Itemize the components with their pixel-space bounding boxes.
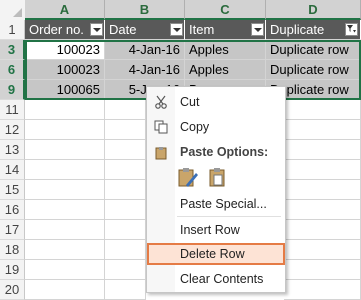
row-header-18[interactable]: 18 <box>0 240 25 260</box>
row-header-11[interactable]: 11 <box>0 100 25 120</box>
cell-item[interactable]: Apples <box>185 60 266 80</box>
paste-icon[interactable] <box>207 167 229 189</box>
menu-item-copy[interactable]: Copy <box>147 116 285 138</box>
empty-cell[interactable] <box>105 200 146 220</box>
empty-cell[interactable] <box>105 240 146 260</box>
empty-cell[interactable] <box>25 260 105 280</box>
empty-cell[interactable] <box>284 240 361 260</box>
empty-cell[interactable] <box>284 220 361 240</box>
menu-item-cut[interactable]: Cut <box>147 91 285 113</box>
row-header-16[interactable]: 16 <box>0 200 25 220</box>
context-menu: Cut Copy Paste Options: Paste Special... <box>146 86 286 293</box>
column-header-c[interactable]: C <box>185 0 266 20</box>
row-header-13[interactable]: 13 <box>0 140 25 160</box>
cell-date[interactable]: 4-Jan-16 <box>105 60 185 80</box>
row-header-12[interactable]: 12 <box>0 120 25 140</box>
row-header-1[interactable]: 1 <box>0 20 25 40</box>
column-header-d[interactable]: D <box>266 0 361 20</box>
empty-cell[interactable] <box>25 240 105 260</box>
cell-item[interactable]: Apples <box>185 40 266 60</box>
row-header-20[interactable]: 20 <box>0 280 25 300</box>
empty-cell[interactable] <box>284 100 361 120</box>
menu-item-label: Insert Row <box>180 223 240 237</box>
empty-cell[interactable] <box>105 160 146 180</box>
empty-cell[interactable] <box>105 100 146 120</box>
empty-cell[interactable] <box>25 280 105 300</box>
empty-cell[interactable] <box>284 180 361 200</box>
empty-cell[interactable] <box>284 140 361 160</box>
column-header-b[interactable]: B <box>105 0 185 20</box>
empty-cell[interactable] <box>284 200 361 220</box>
menu-item-paste-special[interactable]: Paste Special... <box>147 193 285 215</box>
menu-separator <box>177 216 281 217</box>
empty-cell[interactable] <box>25 160 105 180</box>
row-header-19[interactable]: 19 <box>0 260 25 280</box>
filter-dropdown-icon[interactable] <box>251 23 264 36</box>
empty-cell[interactable] <box>284 120 361 140</box>
row-header-17[interactable]: 17 <box>0 220 25 240</box>
empty-cell[interactable] <box>105 140 146 160</box>
empty-cell[interactable] <box>25 120 105 140</box>
empty-cell[interactable] <box>25 220 105 240</box>
paste-formatting-icon[interactable] <box>177 167 199 189</box>
spreadsheet: A B C D 1 3 6 9 11 12 13 14 15 16 17 18 … <box>0 0 361 300</box>
filter-active-funnel-icon[interactable] <box>345 23 358 36</box>
cell-order-no[interactable]: 100023 <box>25 40 105 60</box>
filter-dropdown-icon[interactable] <box>170 23 183 36</box>
scissors-icon <box>154 95 168 109</box>
empty-cell[interactable] <box>284 160 361 180</box>
empty-cell[interactable] <box>25 200 105 220</box>
row-header-15[interactable]: 15 <box>0 180 25 200</box>
row-header-14[interactable]: 14 <box>0 160 25 180</box>
empty-cell[interactable] <box>25 140 105 160</box>
row-header-6[interactable]: 6 <box>0 60 25 80</box>
paste-options-label: Paste Options: <box>180 145 269 159</box>
menu-item-label: Clear Contents <box>180 272 264 286</box>
menu-item-label: Cut <box>180 95 200 109</box>
clipboard-icon <box>154 145 168 167</box>
menu-item-insert-row[interactable]: Insert Row <box>147 219 285 241</box>
empty-cell[interactable] <box>105 180 146 200</box>
menu-item-label: Copy <box>180 120 210 134</box>
empty-cell[interactable] <box>105 120 146 140</box>
cell-date[interactable]: 4-Jan-16 <box>105 40 185 60</box>
row-header-9[interactable]: 9 <box>0 80 25 100</box>
menu-item-label: Delete Row <box>180 247 245 261</box>
header-label: Date <box>109 22 137 37</box>
filter-dropdown-icon[interactable] <box>90 23 103 36</box>
cell-order-no[interactable]: 100023 <box>25 60 105 80</box>
empty-cell[interactable] <box>284 280 361 300</box>
header-label: Item <box>189 22 215 37</box>
menu-item-label: Paste Special... <box>180 197 267 211</box>
empty-cell[interactable] <box>25 180 105 200</box>
header-label: Order no. <box>29 22 84 37</box>
row-header-3[interactable]: 3 <box>0 40 25 60</box>
column-header-a[interactable]: A <box>25 0 105 20</box>
cell-order-no[interactable]: 100065 <box>25 80 105 100</box>
cell-duplicate[interactable]: Duplicate row <box>266 40 361 60</box>
empty-cell[interactable] <box>25 100 105 120</box>
select-all-corner[interactable] <box>0 0 26 20</box>
menu-item-clear-contents[interactable]: Clear Contents <box>147 268 285 290</box>
empty-cell[interactable] <box>105 280 146 300</box>
select-all-triangle-icon <box>13 8 22 17</box>
empty-cell[interactable] <box>284 260 361 280</box>
cell-duplicate[interactable]: Duplicate row <box>266 60 361 80</box>
paste-options-header: Paste Options: <box>147 141 285 163</box>
header-label: Duplicate <box>270 22 325 37</box>
empty-cell[interactable] <box>105 260 146 280</box>
copy-icon <box>154 120 168 134</box>
empty-cell[interactable] <box>105 220 146 240</box>
menu-item-delete-row[interactable]: Delete Row <box>147 243 285 265</box>
